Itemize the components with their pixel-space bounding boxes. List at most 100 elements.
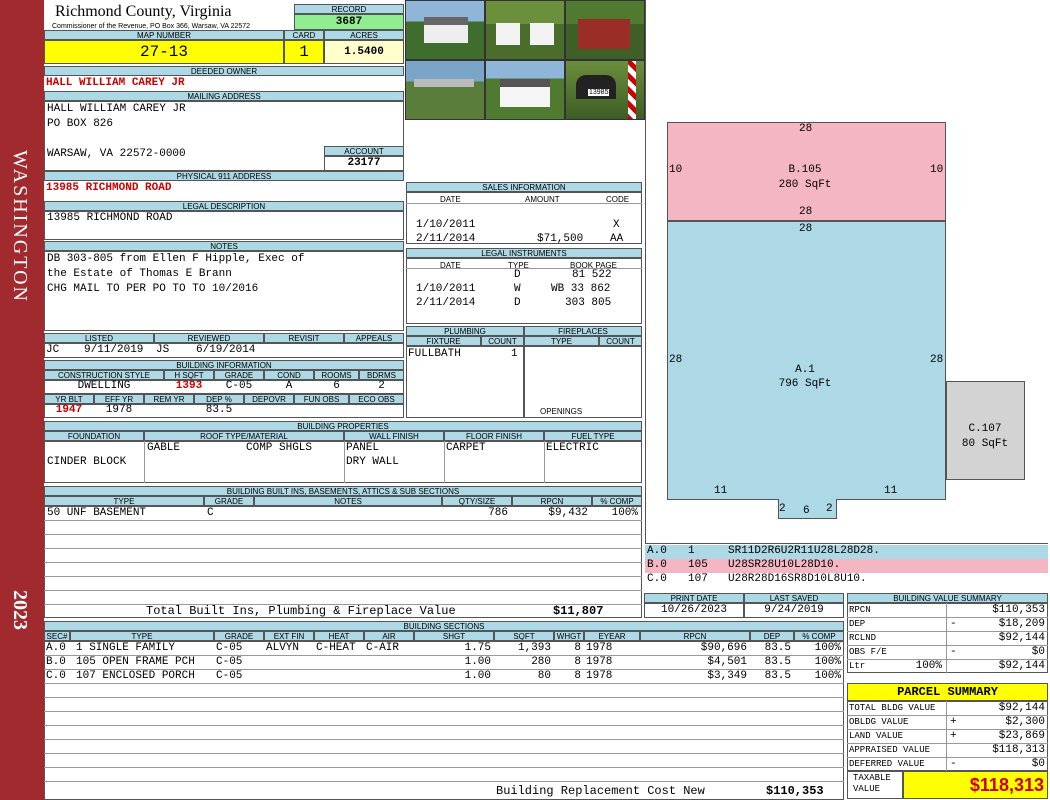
summary-value: $92,144: [998, 632, 1045, 644]
shed-photo: [485, 0, 565, 60]
builtin-rpcn: $9,432: [548, 507, 588, 519]
fp-col: TYPE: [524, 336, 599, 346]
print-date: 10/26/2023: [644, 603, 744, 618]
revisit-header: REVISIT: [264, 333, 344, 343]
builtin-comp: 100%: [611, 507, 638, 519]
deeded-owner: HALL WILLIAM CAREY JR: [46, 77, 185, 89]
parcel-value: $2,300: [1005, 716, 1045, 728]
listed-header: LISTED: [44, 333, 154, 343]
section-cell: C-05: [216, 670, 243, 682]
section-cell: 8: [574, 656, 581, 668]
bi-col: CONSTRUCTION STYLE: [44, 370, 164, 380]
dim: 2: [779, 503, 786, 515]
section-col-header: GRADE: [214, 631, 264, 641]
reviewed-date: 6/19/2014: [196, 344, 256, 356]
listed-by: JC: [46, 344, 60, 356]
bi-col: COND: [264, 370, 314, 380]
condition: A: [285, 380, 293, 392]
construction-style: DWELLING: [77, 380, 131, 392]
legend-sec: A.0: [647, 545, 667, 557]
section-cell: $90,696: [700, 642, 747, 654]
summary-label: RCLND: [849, 633, 877, 643]
mailing-line-2: PO BOX 826: [47, 118, 114, 130]
deeded-owner-header: DEEDED OWNER: [44, 66, 404, 76]
rooms: 6: [333, 380, 340, 392]
district-name: WASHINGTON: [9, 150, 31, 303]
building-properties-header: BUILDING PROPERTIES: [44, 421, 642, 431]
parcel-value: $0: [1031, 758, 1045, 770]
record-number: 3687: [294, 14, 404, 30]
section-cell: 1978: [586, 670, 613, 682]
bi-col: ECO OBS: [349, 394, 404, 404]
plumb-col: FIXTURE: [406, 336, 481, 346]
notes-line-1: DB 303-805 from Ellen F Hipple, Exec of: [47, 253, 305, 265]
a-area: 796 SqFt: [778, 378, 832, 390]
bi-col: H SQFT: [164, 370, 214, 380]
builtin-type: 50 UNF BASEMENT: [47, 507, 147, 519]
legal-description-header: LEGAL DESCRIPTION: [44, 201, 404, 211]
reviewed-by: JS: [156, 344, 170, 356]
wall-finish-1: PANEL: [346, 442, 380, 454]
physical-address-header: PHYSICAL 911 ADDRESS: [44, 171, 404, 181]
section-cell: 8: [574, 642, 581, 654]
bi-col: DEP %: [194, 394, 244, 404]
mailing-line-1: HALL WILLIAM CAREY JR: [47, 103, 186, 115]
summary-value: $110,353: [992, 604, 1045, 616]
sales-col-date: DATE: [440, 195, 461, 204]
parcel-label: TOTAL BLDG VALUE: [849, 703, 936, 713]
map-number-header: MAP NUMBER: [44, 30, 284, 40]
fixture-count: 1: [511, 348, 518, 360]
parcel-summary-header: PARCEL SUMMARY: [847, 683, 1048, 701]
plumb-col: COUNT: [481, 336, 524, 346]
depreciation-pct: 83.5: [205, 404, 233, 416]
summary-label: Ltr: [849, 661, 866, 671]
li-bookpage: 81 522: [572, 269, 612, 281]
section-col-header: RPCN: [640, 631, 750, 641]
section-cell: ALVYN: [266, 642, 300, 654]
fuel-type: ELECTRIC: [546, 442, 599, 454]
section-col-header: TYPE: [70, 631, 214, 641]
li-bookpage: 303 805: [565, 297, 612, 309]
c-area: 80 SqFt: [961, 438, 1009, 450]
legend-code: 107: [688, 573, 708, 585]
bin-col: RPCN: [512, 496, 592, 506]
building-sections-header: BUILDING SECTIONS: [44, 621, 844, 631]
bi-col: GRADE: [214, 370, 264, 380]
parcel-label: APPRAISED VALUE: [849, 745, 931, 755]
section-cell: C.0: [46, 670, 66, 682]
section-cell: 80: [537, 670, 551, 682]
prop-col: FOUNDATION: [44, 431, 144, 441]
dim: 6: [803, 505, 810, 517]
record-header: RECORD: [294, 4, 404, 14]
parcel-label: LAND VALUE: [849, 731, 904, 741]
dim: 2: [826, 503, 833, 515]
summary-value: $18,209: [998, 618, 1045, 630]
listed-date: 9/11/2019: [84, 344, 144, 356]
card-number: 1: [284, 40, 324, 64]
tax-year: 2023: [9, 590, 31, 630]
taxable-value: $118,313: [903, 771, 1048, 799]
a-label: A.1: [795, 364, 815, 376]
district-sidebar: WASHINGTON 2023: [0, 0, 44, 800]
brcn-value: $110,353: [766, 784, 824, 798]
summary-label: OBS F/E: [849, 647, 887, 657]
dim: 28: [669, 354, 683, 366]
bi-col: ROOMS: [314, 370, 359, 380]
parcel-label: DEFERRED VALUE: [849, 759, 925, 769]
summary-pct: 100%: [915, 660, 942, 672]
legend-code: 1: [688, 545, 695, 557]
dim: 28: [799, 206, 813, 218]
taxable-label-1: TAXABLE: [853, 773, 891, 783]
parcel-label: OBLDG VALUE: [849, 717, 909, 727]
notes-line-3: CHG MAIL TO PER PO TO TO 10/2016: [47, 283, 259, 295]
section-cell: 83.5: [764, 670, 791, 682]
acres-value: 1.5400: [324, 40, 404, 64]
section-cell: 100%: [814, 656, 841, 668]
dim: 28: [799, 223, 813, 235]
section-cell: 1.00: [464, 656, 491, 668]
mailing-address-header: MAILING ADDRESS: [44, 91, 404, 101]
bi-col: BDRMS: [359, 370, 404, 380]
account-header: ACCOUNT: [324, 146, 404, 156]
bi-col: DEPOVR: [244, 394, 294, 404]
li-type: D: [514, 297, 521, 309]
